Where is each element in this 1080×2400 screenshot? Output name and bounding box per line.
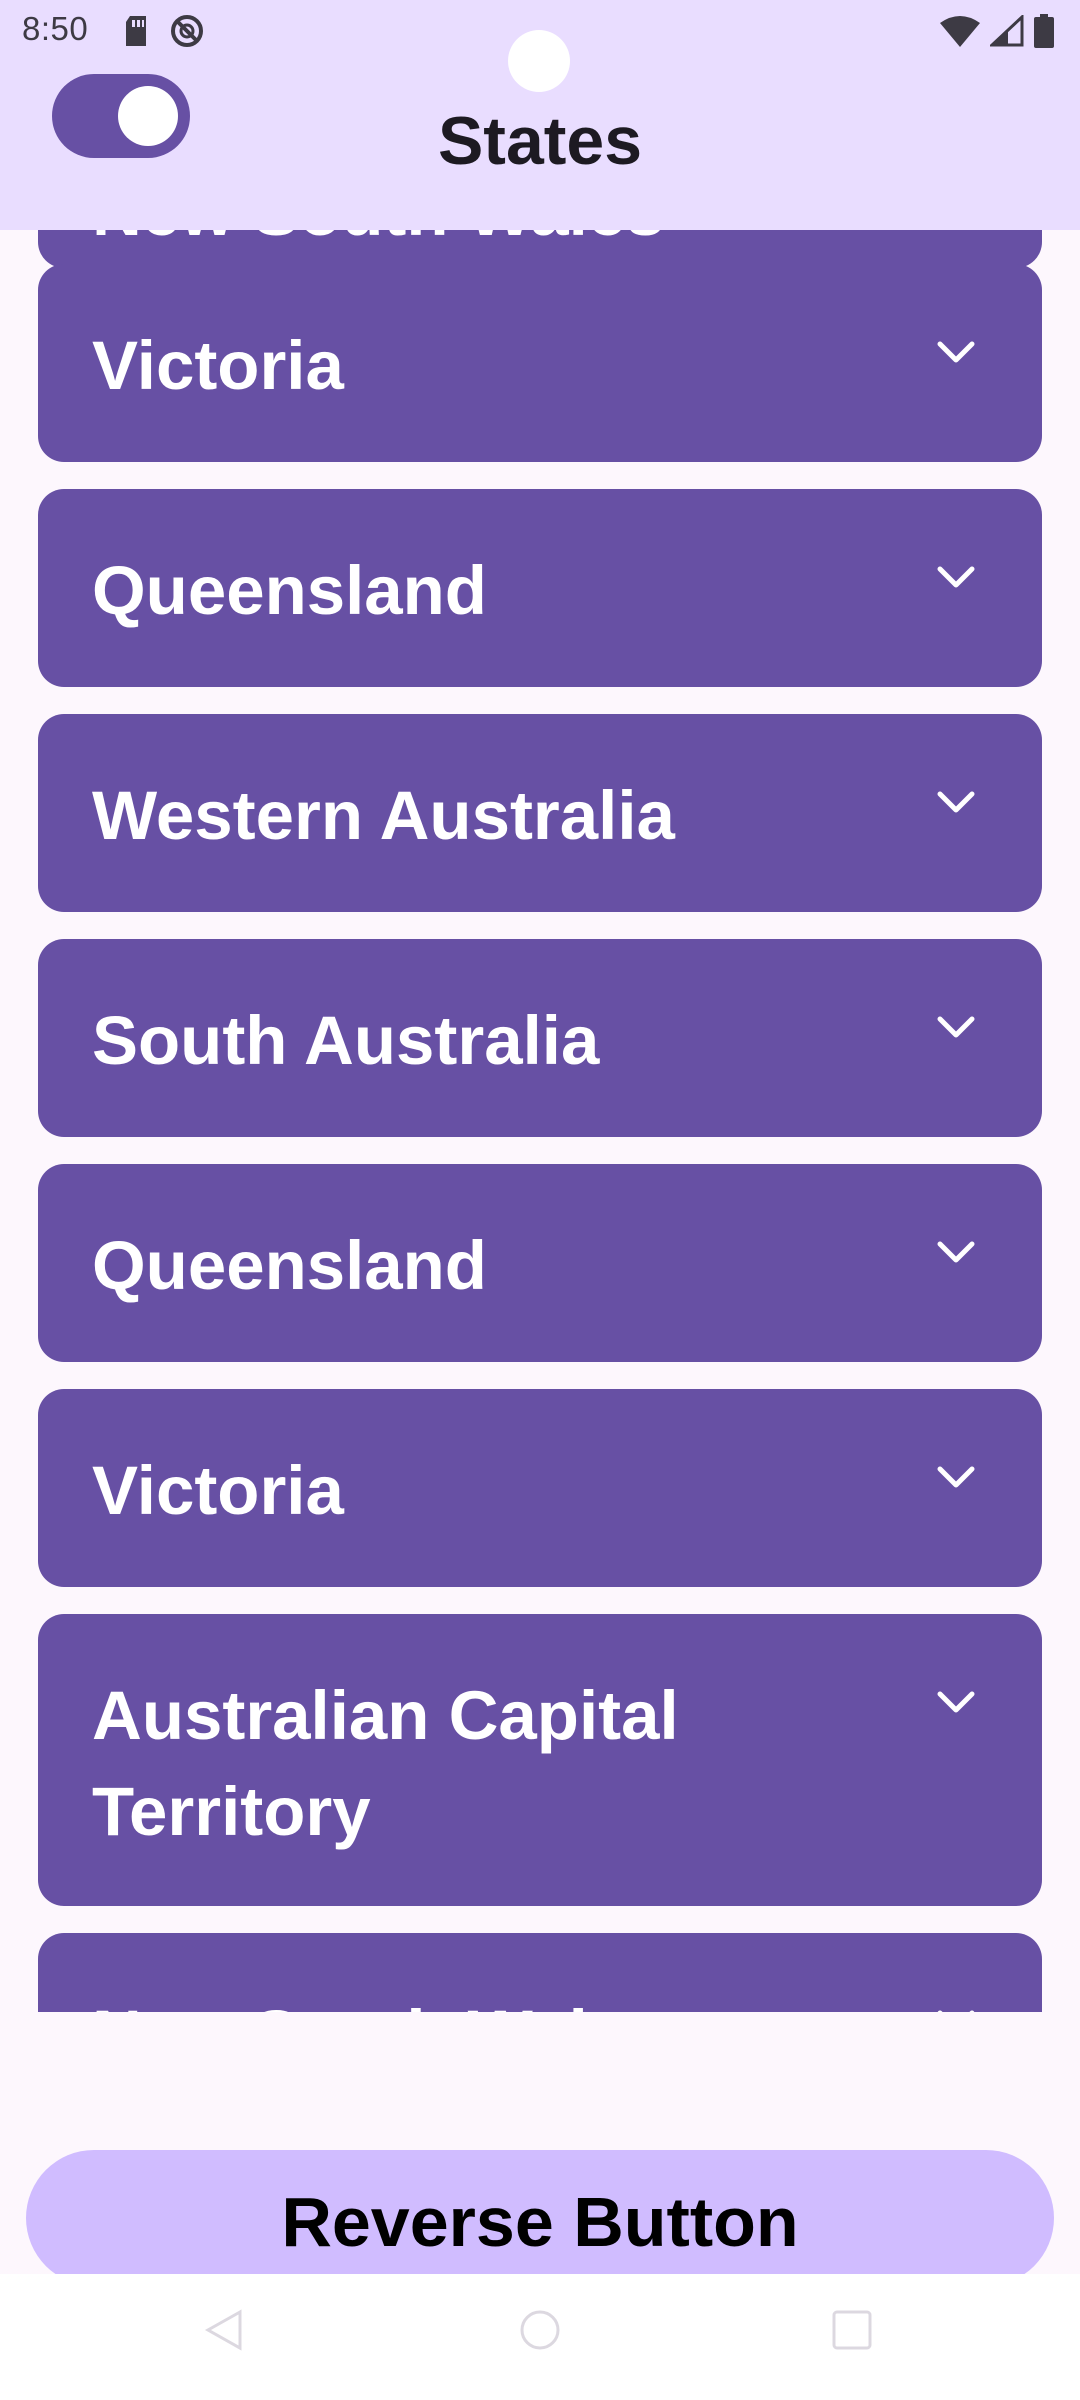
list-item[interactable]: Victoria bbox=[38, 264, 1042, 462]
back-icon[interactable] bbox=[200, 2306, 248, 2359]
chevron-down-icon[interactable] bbox=[936, 1240, 976, 1266]
status-right-icons bbox=[940, 13, 1054, 53]
list-item[interactable]: Victoria bbox=[38, 1389, 1042, 1587]
list-item-label: Victoria bbox=[92, 327, 344, 404]
list-item-label: Queensland bbox=[92, 552, 487, 629]
chevron-down-icon[interactable] bbox=[936, 1690, 976, 1716]
list-item-label: Western Australia bbox=[92, 777, 675, 854]
signal-icon bbox=[988, 13, 1024, 52]
reverse-button-label: Reverse Button bbox=[281, 2183, 799, 2261]
reverse-button[interactable]: Reverse Button bbox=[26, 2150, 1054, 2286]
app-bar: States bbox=[0, 62, 1080, 230]
home-icon[interactable] bbox=[516, 2306, 564, 2359]
chevron-down-icon[interactable] bbox=[936, 565, 976, 591]
list-item[interactable]: Western Australia bbox=[38, 714, 1042, 912]
chevron-down-icon[interactable] bbox=[936, 2009, 976, 2012]
list-item[interactable]: Queensland bbox=[38, 489, 1042, 687]
navigation-bar bbox=[0, 2274, 1080, 2400]
page-title: States bbox=[437, 103, 643, 179]
chevron-down-icon[interactable] bbox=[936, 790, 976, 816]
states-list[interactable]: New South Wales Victoria Queensland West… bbox=[0, 230, 1080, 2012]
list-item-label: New South Wales bbox=[92, 230, 912, 260]
list-item[interactable]: New South Wales bbox=[38, 1933, 1042, 2012]
status-left-icons bbox=[124, 14, 204, 53]
list-item-label: South Australia bbox=[92, 1002, 600, 1079]
list-item-label: New South Wales bbox=[92, 1987, 912, 2012]
status-time: 8:50 bbox=[22, 10, 89, 47]
list-item[interactable]: South Australia bbox=[38, 939, 1042, 1137]
status-bar: 8:50 bbox=[0, 0, 1080, 92]
chevron-down-icon[interactable] bbox=[936, 1015, 976, 1041]
wifi-icon bbox=[940, 15, 980, 52]
no-disturb-icon bbox=[170, 14, 204, 53]
chevron-down-icon[interactable] bbox=[936, 1465, 976, 1491]
recents-icon[interactable] bbox=[828, 2306, 876, 2359]
list-item-label: Queensland bbox=[92, 1227, 487, 1304]
sd-card-icon bbox=[124, 16, 148, 51]
list-item[interactable]: Australian Capital Territory bbox=[38, 1614, 1042, 1906]
list-item-label: Victoria bbox=[92, 1452, 344, 1529]
list-item-label: Australian Capital Territory bbox=[92, 1677, 679, 1850]
list-item[interactable]: Queensland bbox=[38, 1164, 1042, 1362]
top-app-area: 8:50 States bbox=[0, 0, 1080, 230]
list-item[interactable]: New South Wales bbox=[38, 230, 1042, 268]
chevron-down-icon[interactable] bbox=[936, 340, 976, 366]
battery-icon bbox=[1034, 14, 1054, 53]
